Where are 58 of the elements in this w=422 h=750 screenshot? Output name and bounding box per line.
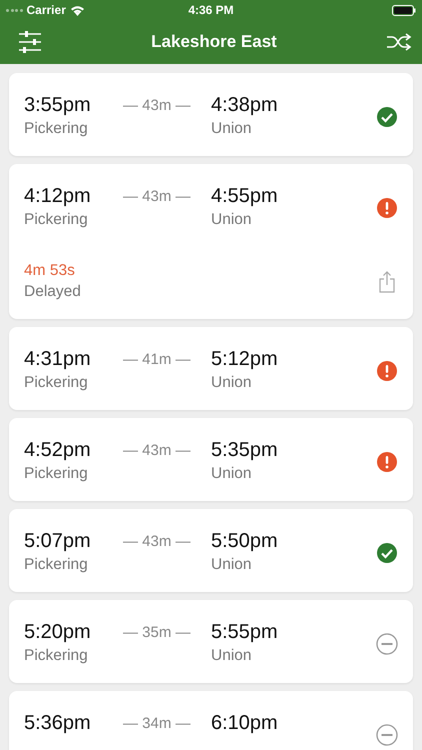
trip-card[interactable]: 5:20pm Pickering — 35m — 5:55pm Union	[9, 600, 413, 683]
arrival-time: 5:50pm	[211, 530, 278, 553]
delay-status: Delayed	[24, 283, 81, 301]
origin-station: Pickering	[24, 647, 89, 665]
departure-time: 5:20pm	[24, 621, 92, 644]
sliders-icon	[18, 31, 42, 53]
check-circle-icon	[376, 106, 398, 128]
minus-circle-icon	[376, 633, 398, 655]
departure-time: 3:55pm	[24, 94, 92, 117]
arrival-time: 5:55pm	[211, 621, 278, 644]
trip-card[interactable]: 4:31pm Pickering — 41m — 5:12pm Union	[9, 327, 413, 410]
trip-card[interactable]: 4:12pm Pickering — 43m — 4:55pm Union 4m 53s Delayed	[9, 164, 413, 319]
trip-card[interactable]: 3:55pm Pickering — 43m — 4:38pm Union	[9, 73, 413, 156]
share-icon	[379, 270, 395, 292]
arrival-time: 5:35pm	[211, 439, 278, 462]
destination-station: Union	[211, 211, 252, 229]
departure-time: 4:31pm	[24, 348, 92, 371]
destination-station: Union	[211, 556, 252, 574]
arrival-time: 5:12pm	[211, 348, 278, 371]
departure-time: 5:36pm	[24, 712, 92, 735]
trip-duration: — 34m —	[123, 714, 192, 732]
trip-duration: — 43m —	[123, 187, 192, 205]
wifi-icon	[70, 4, 85, 16]
departure-time: 4:12pm	[24, 185, 92, 208]
nav-title: Lakeshore East	[151, 32, 277, 52]
trip-duration: — 41m —	[123, 350, 192, 368]
origin-station: Pickering	[24, 465, 89, 483]
signal-icon	[6, 8, 22, 12]
origin-station: Pickering	[24, 374, 89, 392]
minus-circle-icon	[376, 724, 398, 746]
carrier-name: Carrier	[26, 3, 66, 17]
departure-time: 4:52pm	[24, 439, 92, 462]
check-circle-icon	[376, 542, 398, 564]
origin-station: Pickering	[24, 556, 89, 574]
alert-circle-icon	[376, 451, 398, 473]
trip-card[interactable]: 5:07pm Pickering — 43m — 5:50pm Union	[9, 509, 413, 592]
trip-duration: — 35m —	[123, 623, 192, 641]
arrival-time: 6:10pm	[211, 712, 278, 735]
arrival-time: 4:38pm	[211, 94, 278, 117]
departure-time: 5:07pm	[24, 530, 92, 553]
destination-station: Union	[211, 374, 252, 392]
trip-card[interactable]: 4:52pm Pickering — 43m — 5:35pm Union	[9, 418, 413, 501]
trip-duration: — 43m —	[123, 96, 192, 114]
trip-card[interactable]: 5:36pm — 34m — 6:10pm	[9, 691, 413, 750]
alert-circle-icon	[376, 360, 398, 382]
alert-circle-icon	[376, 197, 398, 219]
status-time: 4:36 PM	[188, 3, 234, 17]
arrival-time: 4:55pm	[211, 185, 278, 208]
trip-duration: — 43m —	[123, 532, 192, 550]
battery-icon	[392, 4, 416, 16]
destination-station: Union	[211, 465, 252, 483]
origin-station: Pickering	[24, 211, 89, 229]
destination-station: Union	[211, 647, 252, 665]
shuffle-icon	[386, 33, 412, 51]
delay-time: 4m 53s	[24, 262, 76, 280]
origin-station: Pickering	[24, 120, 89, 138]
trip-duration: — 43m —	[123, 441, 192, 459]
destination-station: Union	[211, 120, 252, 138]
